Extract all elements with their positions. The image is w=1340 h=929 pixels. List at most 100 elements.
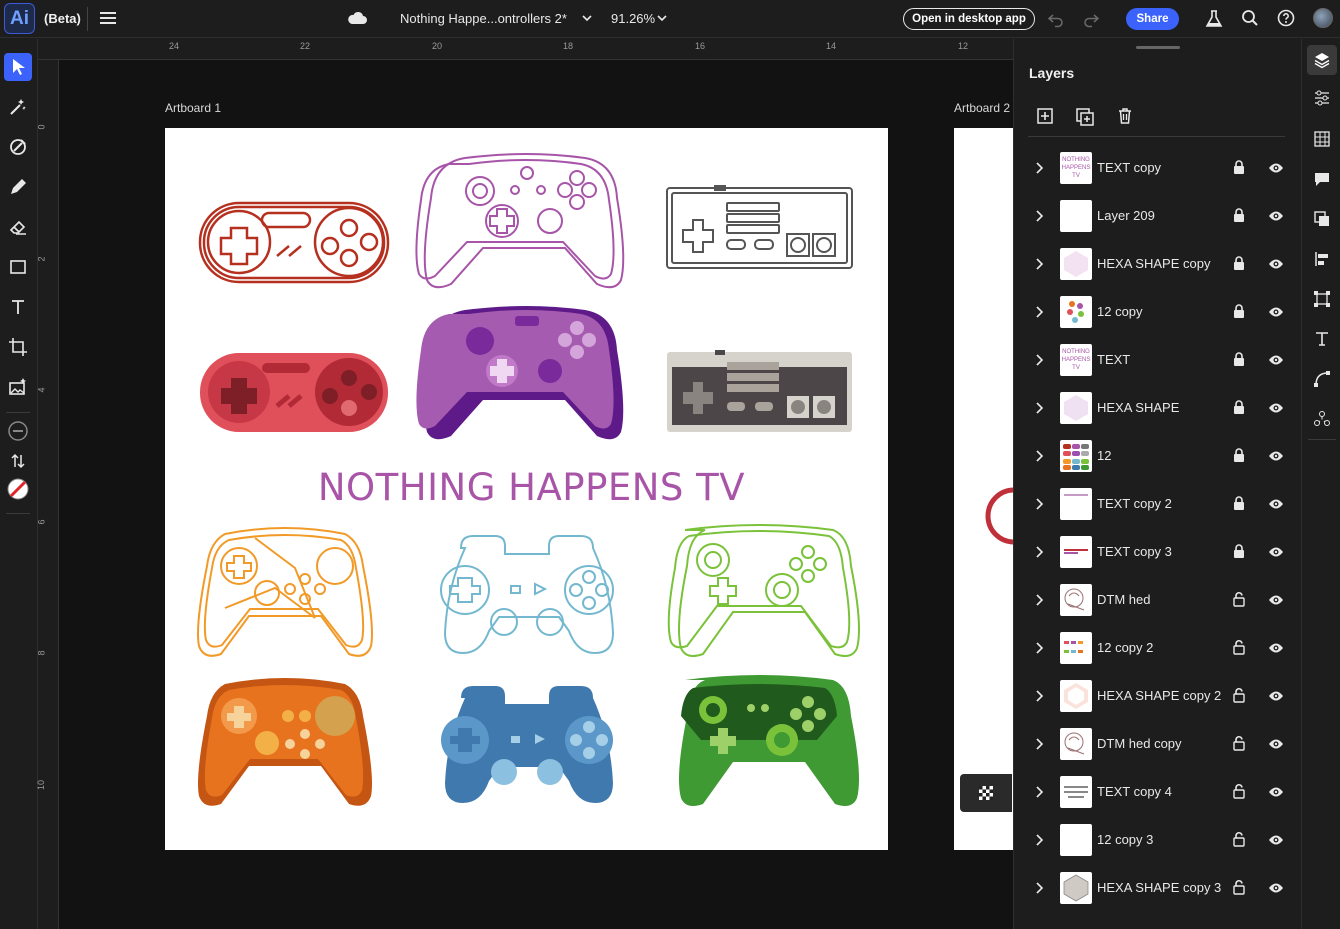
hamburger-menu-icon[interactable] bbox=[100, 10, 116, 26]
lock-icon[interactable] bbox=[1232, 543, 1246, 559]
add-layer-icon[interactable] bbox=[1036, 107, 1054, 125]
layer-row[interactable]: HEXA SHAPE copy 3 bbox=[1028, 864, 1286, 912]
user-avatar[interactable] bbox=[1313, 8, 1333, 28]
chevron-right-icon[interactable] bbox=[1034, 449, 1044, 463]
pathfinder-button[interactable] bbox=[1310, 207, 1334, 231]
chevron-right-icon[interactable] bbox=[1034, 689, 1044, 703]
layer-row[interactable]: 12 copy 3 bbox=[1028, 816, 1286, 864]
artboard-2[interactable] bbox=[954, 128, 1013, 850]
chevron-right-icon[interactable] bbox=[1034, 881, 1044, 895]
artboard-2-label[interactable]: Artboard 2 bbox=[954, 101, 1010, 115]
character-button[interactable] bbox=[1310, 327, 1334, 351]
cloud-icon[interactable] bbox=[346, 9, 368, 29]
artboard-tool[interactable] bbox=[4, 333, 32, 361]
layer-row[interactable]: TEXT copy 4 bbox=[1028, 768, 1286, 816]
align-button[interactable] bbox=[1310, 247, 1334, 271]
eye-icon[interactable] bbox=[1268, 162, 1284, 174]
eye-icon[interactable] bbox=[1268, 450, 1284, 462]
shape-builder-tool[interactable] bbox=[4, 133, 32, 161]
artboard-1[interactable]: NOTHING HAPPENS TV bbox=[165, 128, 888, 850]
chevron-right-icon[interactable] bbox=[1034, 161, 1044, 175]
unlock-icon[interactable] bbox=[1232, 735, 1246, 751]
comments-button[interactable] bbox=[1310, 167, 1334, 191]
image-trace-tool[interactable] bbox=[4, 373, 32, 401]
app-logo[interactable]: Ai bbox=[4, 3, 35, 34]
unlock-icon[interactable] bbox=[1232, 687, 1246, 703]
no-fill-swatch[interactable] bbox=[4, 475, 32, 503]
chevron-right-icon[interactable] bbox=[1034, 833, 1044, 847]
layer-row[interactable]: TEXT copy 3 bbox=[1028, 528, 1286, 576]
redo-icon[interactable] bbox=[1082, 10, 1100, 28]
eye-icon[interactable] bbox=[1268, 402, 1284, 414]
lock-icon[interactable] bbox=[1232, 207, 1246, 223]
eye-icon[interactable] bbox=[1268, 210, 1284, 222]
layer-row[interactable]: HEXA SHAPE copy 2 bbox=[1028, 672, 1286, 720]
layer-row[interactable]: HEXA SHAPE copy bbox=[1028, 240, 1286, 288]
eye-icon[interactable] bbox=[1268, 306, 1284, 318]
chevron-right-icon[interactable] bbox=[1034, 209, 1044, 223]
unlock-icon[interactable] bbox=[1232, 879, 1246, 895]
unlock-icon[interactable] bbox=[1232, 783, 1246, 799]
trash-icon[interactable] bbox=[1116, 107, 1134, 125]
chevron-right-icon[interactable] bbox=[1034, 401, 1044, 415]
flask-icon[interactable] bbox=[1205, 9, 1223, 29]
selection-tool[interactable] bbox=[4, 53, 32, 81]
layer-row[interactable]: NOTHING HAPPENS TV TEXT bbox=[1028, 336, 1286, 384]
chevron-right-icon[interactable] bbox=[1034, 353, 1044, 367]
help-icon[interactable] bbox=[1277, 9, 1295, 27]
undo-icon[interactable] bbox=[1047, 10, 1065, 28]
rectangle-tool[interactable] bbox=[4, 253, 32, 281]
chevron-right-icon[interactable] bbox=[1034, 545, 1044, 559]
chevron-down-icon[interactable] bbox=[581, 12, 593, 24]
unlock-icon[interactable] bbox=[1232, 831, 1246, 847]
eye-icon[interactable] bbox=[1268, 834, 1284, 846]
document-title[interactable]: Nothing Happe...ontrollers 2* bbox=[400, 11, 567, 26]
lock-icon[interactable] bbox=[1232, 303, 1246, 319]
lock-icon[interactable] bbox=[1232, 159, 1246, 175]
eraser-tool[interactable] bbox=[4, 213, 32, 241]
chevron-right-icon[interactable] bbox=[1034, 641, 1044, 655]
lock-icon[interactable] bbox=[1232, 399, 1246, 415]
panel-drag-handle[interactable] bbox=[1136, 46, 1180, 49]
eye-icon[interactable] bbox=[1268, 354, 1284, 366]
effects-button[interactable] bbox=[1310, 407, 1334, 431]
lock-icon[interactable] bbox=[1232, 447, 1246, 463]
zoom-level[interactable]: 91.26% bbox=[611, 11, 655, 26]
eye-icon[interactable] bbox=[1268, 546, 1284, 558]
artboard-title-text[interactable]: NOTHING HAPPENS TV bbox=[165, 466, 898, 509]
stroke-button[interactable] bbox=[1310, 367, 1334, 391]
layer-row[interactable]: 12 bbox=[1028, 432, 1286, 480]
eye-icon[interactable] bbox=[1268, 594, 1284, 606]
chevron-right-icon[interactable] bbox=[1034, 593, 1044, 607]
lock-icon[interactable] bbox=[1232, 351, 1246, 367]
lock-icon[interactable] bbox=[1232, 255, 1246, 271]
chevron-right-icon[interactable] bbox=[1034, 497, 1044, 511]
layer-row[interactable]: 12 copy bbox=[1028, 288, 1286, 336]
layers-panel-button[interactable] bbox=[1307, 45, 1337, 75]
lock-icon[interactable] bbox=[1232, 495, 1246, 511]
layer-row[interactable]: DTM hed copy bbox=[1028, 720, 1286, 768]
transform-button[interactable] bbox=[1310, 287, 1334, 311]
chevron-right-icon[interactable] bbox=[1034, 305, 1044, 319]
transparency-toggle[interactable] bbox=[960, 774, 1012, 812]
layer-row[interactable]: HEXA SHAPE bbox=[1028, 384, 1286, 432]
eye-icon[interactable] bbox=[1268, 882, 1284, 894]
layer-row[interactable]: Layer 209 bbox=[1028, 192, 1286, 240]
unlock-icon[interactable] bbox=[1232, 639, 1246, 655]
eye-icon[interactable] bbox=[1268, 786, 1284, 798]
layer-row[interactable]: NOTHING HAPPENS TV TEXT copy bbox=[1028, 144, 1286, 192]
eye-icon[interactable] bbox=[1268, 738, 1284, 750]
layer-row[interactable]: 12 copy 2 bbox=[1028, 624, 1286, 672]
chevron-right-icon[interactable] bbox=[1034, 737, 1044, 751]
fill-stroke-tool[interactable] bbox=[4, 417, 32, 445]
duplicate-layer-icon[interactable] bbox=[1075, 107, 1095, 127]
pencil-tool[interactable] bbox=[4, 173, 32, 201]
search-icon[interactable] bbox=[1241, 9, 1259, 27]
chevron-right-icon[interactable] bbox=[1034, 785, 1044, 799]
type-tool[interactable] bbox=[4, 293, 32, 321]
eye-icon[interactable] bbox=[1268, 498, 1284, 510]
libraries-button[interactable] bbox=[1310, 127, 1334, 151]
chevron-right-icon[interactable] bbox=[1034, 257, 1044, 271]
eye-icon[interactable] bbox=[1268, 642, 1284, 654]
eye-icon[interactable] bbox=[1268, 258, 1284, 270]
